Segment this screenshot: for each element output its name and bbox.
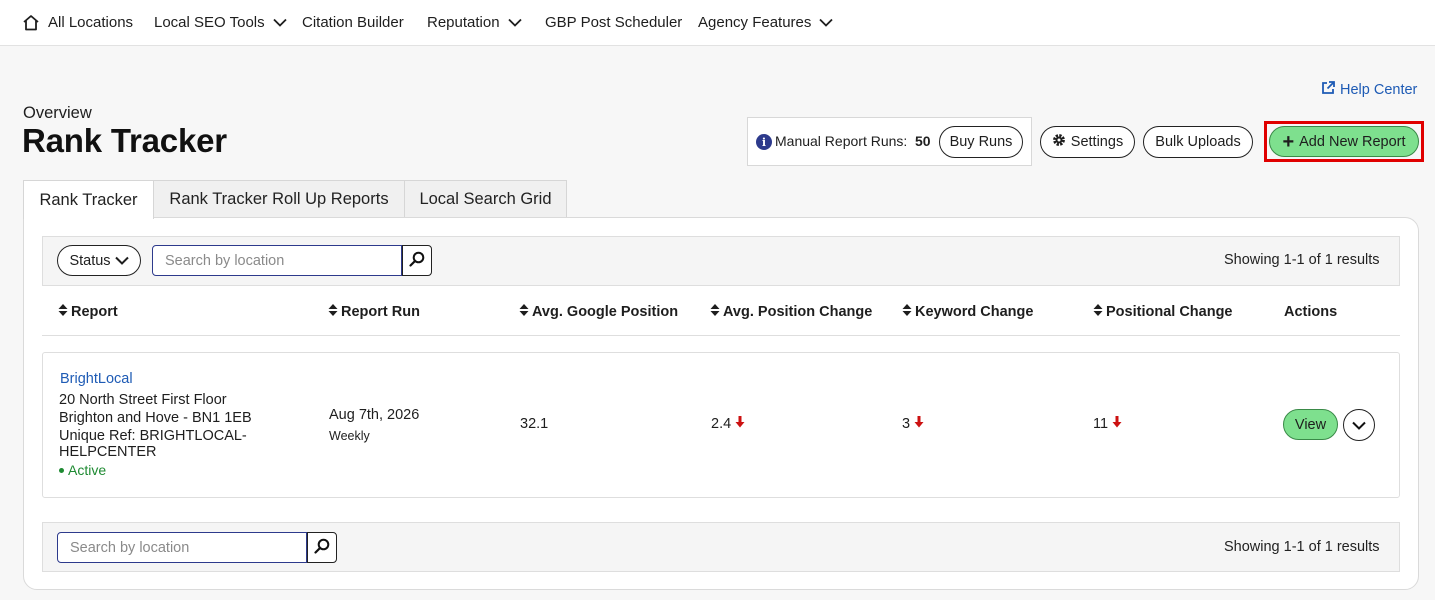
manual-runs-value: 50 xyxy=(915,133,931,149)
column-header-report-run[interactable]: Report Run xyxy=(328,303,420,321)
arrow-down-icon xyxy=(914,416,924,432)
plus-icon: + xyxy=(1282,130,1295,153)
help-center-label: Help Center xyxy=(1340,82,1418,98)
column-header-positional-change[interactable]: Positional Change xyxy=(1093,303,1233,321)
nav-item-label: GBP Post Scheduler xyxy=(545,13,683,31)
location-address-line: Brighton and Hove - BN1 1EB xyxy=(59,410,252,426)
location-unique-ref: HELPCENTER xyxy=(59,444,157,460)
page-subtitle: Overview xyxy=(23,104,92,122)
nav-item-label: All Locations xyxy=(48,13,134,31)
positional-change-cell: 11 xyxy=(1093,416,1122,432)
location-name-link[interactable]: BrightLocal xyxy=(60,371,133,387)
external-link-icon xyxy=(1321,81,1340,99)
sort-icon xyxy=(519,303,532,321)
bulk-uploads-button[interactable]: Bulk Uploads xyxy=(1143,126,1253,158)
avg-google-position-value: 32.1 xyxy=(520,416,549,432)
nav-item-label: Local SEO Tools xyxy=(154,13,265,31)
status-dot-icon xyxy=(59,467,64,473)
view-report-button[interactable]: View xyxy=(1283,409,1338,440)
nav-item-label: Citation Builder xyxy=(302,13,404,31)
avg-position-change-cell: 2.4 xyxy=(711,416,745,432)
bottom-search-input[interactable] xyxy=(57,532,307,563)
header-divider xyxy=(42,335,1400,336)
tab-label: Local Search Grid xyxy=(419,190,552,208)
report-run-frequency: Weekly xyxy=(329,429,370,443)
nav-item-label: Reputation xyxy=(427,13,500,31)
nav-agency-features[interactable]: Agency Features xyxy=(698,12,834,32)
bottom-results-count: Showing 1-1 of 1 results xyxy=(1224,539,1380,555)
add-new-report-button[interactable]: + Add New Report xyxy=(1269,126,1419,157)
info-icon: i xyxy=(756,134,772,150)
column-header-label: Positional Change xyxy=(1106,304,1233,320)
status-badge: Active xyxy=(59,462,106,478)
column-header-label: Report xyxy=(71,304,118,320)
search-input[interactable] xyxy=(152,245,402,276)
location-address-line: 20 North Street First Floor xyxy=(59,392,227,408)
nav-gbp-post-scheduler[interactable]: GBP Post Scheduler xyxy=(545,12,682,32)
search-button[interactable] xyxy=(402,245,432,276)
chevron-down-icon xyxy=(272,18,287,27)
help-center-link[interactable]: Help Center xyxy=(1321,81,1417,99)
tab-rank-tracker[interactable]: Rank Tracker xyxy=(23,180,154,219)
column-header-keyword-change[interactable]: Keyword Change xyxy=(902,303,1033,321)
status-filter-dropdown[interactable]: Status xyxy=(57,245,141,276)
sort-icon xyxy=(902,303,915,321)
sort-icon xyxy=(58,303,71,321)
row-actions-dropdown[interactable] xyxy=(1343,409,1375,441)
top-navigation: All Locations Local SEO Tools Citation B… xyxy=(0,0,1435,46)
bottom-search-button[interactable] xyxy=(307,532,337,563)
gear-icon xyxy=(1052,133,1071,151)
tab-label: Rank Tracker xyxy=(39,190,138,209)
location-unique-ref: Unique Ref: BRIGHTLOCAL- xyxy=(59,428,247,444)
home-icon xyxy=(22,14,40,31)
arrow-down-icon xyxy=(735,416,745,432)
chevron-down-icon xyxy=(819,18,834,27)
view-label: View xyxy=(1294,416,1327,433)
buy-runs-label: Buy Runs xyxy=(949,134,1013,150)
sort-icon xyxy=(1093,303,1106,321)
settings-label: Settings xyxy=(1070,134,1124,150)
column-header-label: Report Run xyxy=(341,304,420,320)
avg-position-change-value: 2.4 xyxy=(711,416,732,432)
results-count: Showing 1-1 of 1 results xyxy=(1224,252,1380,268)
nav-local-seo-tools[interactable]: Local SEO Tools xyxy=(154,12,287,32)
tab-local-search-grid[interactable]: Local Search Grid xyxy=(404,180,567,218)
nav-citation-builder[interactable]: Citation Builder xyxy=(302,12,404,32)
arrow-down-icon xyxy=(1112,416,1122,432)
column-header-label: Avg. Position Change xyxy=(723,304,873,320)
sort-icon xyxy=(710,303,723,321)
chevron-down-icon xyxy=(1352,417,1366,433)
column-header-label: Keyword Change xyxy=(915,304,1034,320)
search-icon xyxy=(409,251,425,270)
search-icon xyxy=(314,538,330,557)
nav-all-locations[interactable]: All Locations xyxy=(22,12,133,32)
column-header-avg-google-position[interactable]: Avg. Google Position xyxy=(519,303,678,321)
buy-runs-button[interactable]: Buy Runs xyxy=(939,126,1023,158)
chevron-down-icon xyxy=(111,253,129,269)
positional-change-value: 11 xyxy=(1093,416,1109,432)
tab-roll-up-reports[interactable]: Rank Tracker Roll Up Reports xyxy=(153,180,405,218)
tab-label: Rank Tracker Roll Up Reports xyxy=(169,190,389,208)
sort-icon xyxy=(328,303,341,321)
column-header-avg-position-change[interactable]: Avg. Position Change xyxy=(710,303,872,321)
column-header-actions: Actions xyxy=(1284,304,1337,320)
page-title: Rank Tracker xyxy=(22,122,227,159)
chevron-down-icon xyxy=(507,18,522,27)
add-new-report-label: Add New Report xyxy=(1299,133,1406,150)
column-header-report[interactable]: Report xyxy=(58,303,118,321)
keyword-change-cell: 3 xyxy=(902,416,924,432)
report-run-date: Aug 7th, 2026 xyxy=(329,407,420,423)
nav-item-label: Agency Features xyxy=(698,13,812,31)
bulk-uploads-label: Bulk Uploads xyxy=(1155,134,1241,150)
manual-runs-label: Manual Report Runs: xyxy=(775,133,908,149)
status-filter-label: Status xyxy=(69,252,111,269)
nav-reputation[interactable]: Reputation xyxy=(427,12,522,32)
column-header-label: Actions xyxy=(1284,304,1338,320)
status-label: Active xyxy=(68,462,107,478)
settings-button[interactable]: Settings xyxy=(1040,126,1135,158)
column-header-label: Avg. Google Position xyxy=(532,304,679,320)
keyword-change-value: 3 xyxy=(902,416,911,432)
